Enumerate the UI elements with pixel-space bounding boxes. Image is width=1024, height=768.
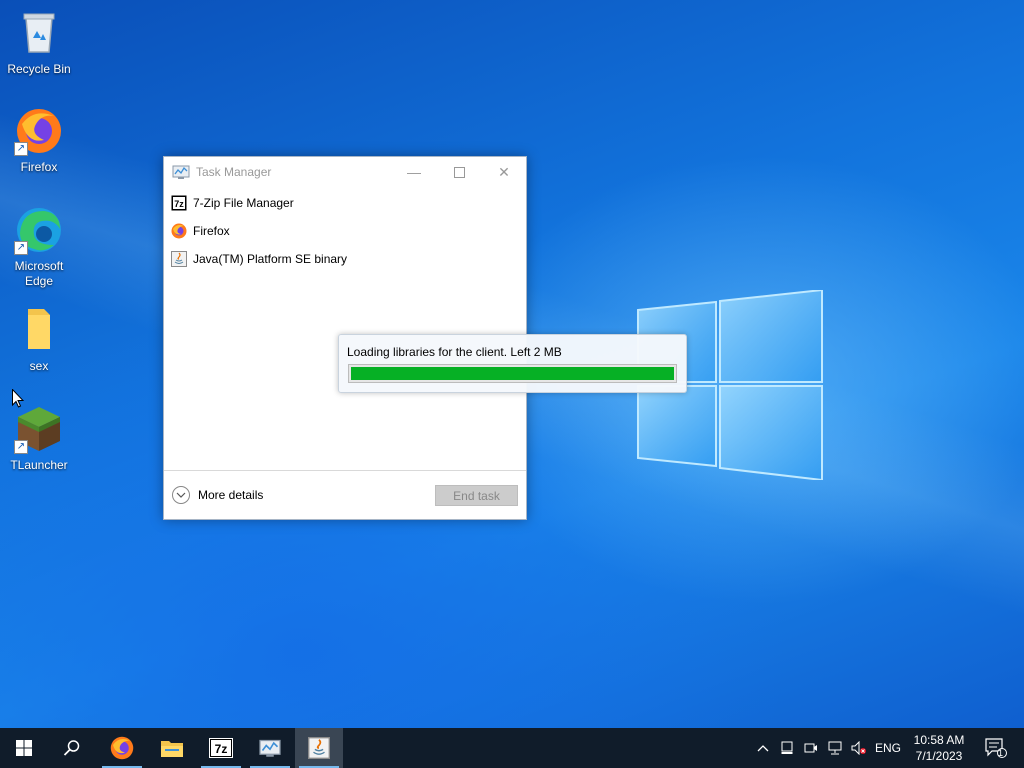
desktop-icon-label: TLauncher	[10, 458, 68, 472]
java-icon	[171, 251, 187, 267]
language-label: ENG	[874, 741, 901, 755]
shortcut-arrow-icon: ↗	[14, 142, 28, 156]
window-title: Task Manager	[196, 165, 272, 179]
firefox-icon: ↗	[14, 106, 64, 156]
maximize-icon	[453, 166, 465, 178]
notification-icon	[985, 738, 1007, 758]
folder-icon	[14, 305, 64, 355]
app-list: 7z 7-Zip File Manager Firefox Java(TM) P…	[164, 189, 526, 273]
taskbar: 7z ENG 10:58 AM 7/1/2023 1	[0, 728, 1024, 768]
file-explorer-icon	[161, 741, 183, 757]
desktop-icon-edge[interactable]: ↗ Microsoft Edge	[1, 205, 77, 289]
close-button[interactable]: ✕	[481, 157, 527, 187]
task-manager-icon	[172, 165, 190, 179]
close-icon: ✕	[498, 163, 510, 180]
language-indicator[interactable]: ENG	[872, 728, 904, 768]
clock[interactable]: 10:58 AM 7/1/2023	[906, 732, 972, 764]
desktop-icon-folder[interactable]: sex	[1, 305, 77, 374]
progress-bar	[348, 364, 677, 383]
list-item-firefox[interactable]: Firefox	[164, 217, 526, 245]
minimize-icon: —	[407, 164, 421, 180]
loading-dialog: Loading libraries for the client. Left 2…	[338, 334, 687, 393]
search-icon	[63, 740, 80, 756]
recycle-bin-icon	[14, 8, 64, 58]
taskbar-7zip[interactable]: 7z	[197, 728, 245, 768]
clock-date: 7/1/2023	[915, 749, 963, 763]
volume-muted-icon	[851, 741, 866, 755]
title-bar[interactable]: Task Manager — ✕	[164, 157, 526, 187]
loading-message: Loading libraries for the client. Left 2…	[347, 345, 562, 359]
shortcut-arrow-icon: ↗	[14, 440, 28, 454]
svg-text:7z: 7z	[215, 742, 228, 756]
more-details-label: More details	[198, 488, 264, 502]
desktop-icon-label: Recycle Bin	[7, 62, 71, 76]
start-icon	[16, 740, 32, 756]
more-details-button[interactable]: More details	[172, 486, 263, 504]
java-icon	[308, 737, 330, 759]
7zip-icon: 7z	[209, 738, 233, 758]
tray-network-button[interactable]	[824, 728, 846, 768]
taskbar-firefox[interactable]	[98, 728, 146, 768]
device-icon	[781, 741, 793, 754]
tray-volume-button[interactable]	[848, 728, 870, 768]
list-item-7zip[interactable]: 7z 7-Zip File Manager	[164, 189, 526, 217]
minimize-button[interactable]: —	[391, 157, 437, 187]
taskbar-java[interactable]	[295, 728, 343, 768]
chevron-up-icon	[757, 745, 769, 752]
chevron-down-icon	[172, 486, 190, 504]
clock-time: 10:58 AM	[913, 733, 965, 747]
window-footer: More details End task	[164, 470, 526, 519]
desktop-icon-tlauncher[interactable]: ↗ TLauncher	[1, 404, 77, 473]
desktop-icon-label: Microsoft Edge	[14, 259, 64, 288]
7zip-icon: 7z	[171, 195, 187, 211]
tray-device-button[interactable]	[776, 728, 798, 768]
firefox-icon	[110, 736, 134, 760]
desktop-icon-label: sex	[29, 359, 49, 373]
search-button[interactable]	[48, 728, 96, 768]
desktop-icon-label: Firefox	[20, 160, 58, 174]
end-task-button[interactable]: End task	[435, 485, 518, 506]
notification-count: 1	[998, 748, 1004, 758]
taskbar-task-manager[interactable]	[246, 728, 294, 768]
meet-now-icon	[804, 743, 817, 753]
edge-icon: ↗	[14, 205, 64, 255]
desktop-icon-recycle-bin[interactable]: Recycle Bin	[1, 8, 77, 77]
mouse-cursor-icon	[12, 389, 24, 408]
grass-block-icon: ↗	[14, 404, 64, 454]
list-item-label: Java(TM) Platform SE binary	[193, 252, 348, 266]
start-button[interactable]	[0, 728, 48, 768]
maximize-button[interactable]	[436, 157, 482, 187]
list-item-java[interactable]: Java(TM) Platform SE binary	[164, 245, 526, 273]
svg-text:7z: 7z	[174, 199, 184, 209]
desktop-icon-firefox[interactable]: ↗ Firefox	[1, 106, 77, 175]
list-item-label: 7-Zip File Manager	[193, 196, 294, 210]
taskbar-file-explorer[interactable]	[148, 728, 196, 768]
action-center-button[interactable]: 1	[978, 728, 1014, 768]
list-item-label: Firefox	[193, 224, 230, 238]
network-icon	[828, 741, 842, 755]
task-manager-icon	[259, 739, 281, 757]
shortcut-arrow-icon: ↗	[14, 241, 28, 255]
show-hidden-icons-button[interactable]	[752, 728, 774, 768]
progress-fill	[351, 367, 674, 380]
tray-meet-button[interactable]	[800, 728, 822, 768]
firefox-icon	[171, 223, 187, 239]
